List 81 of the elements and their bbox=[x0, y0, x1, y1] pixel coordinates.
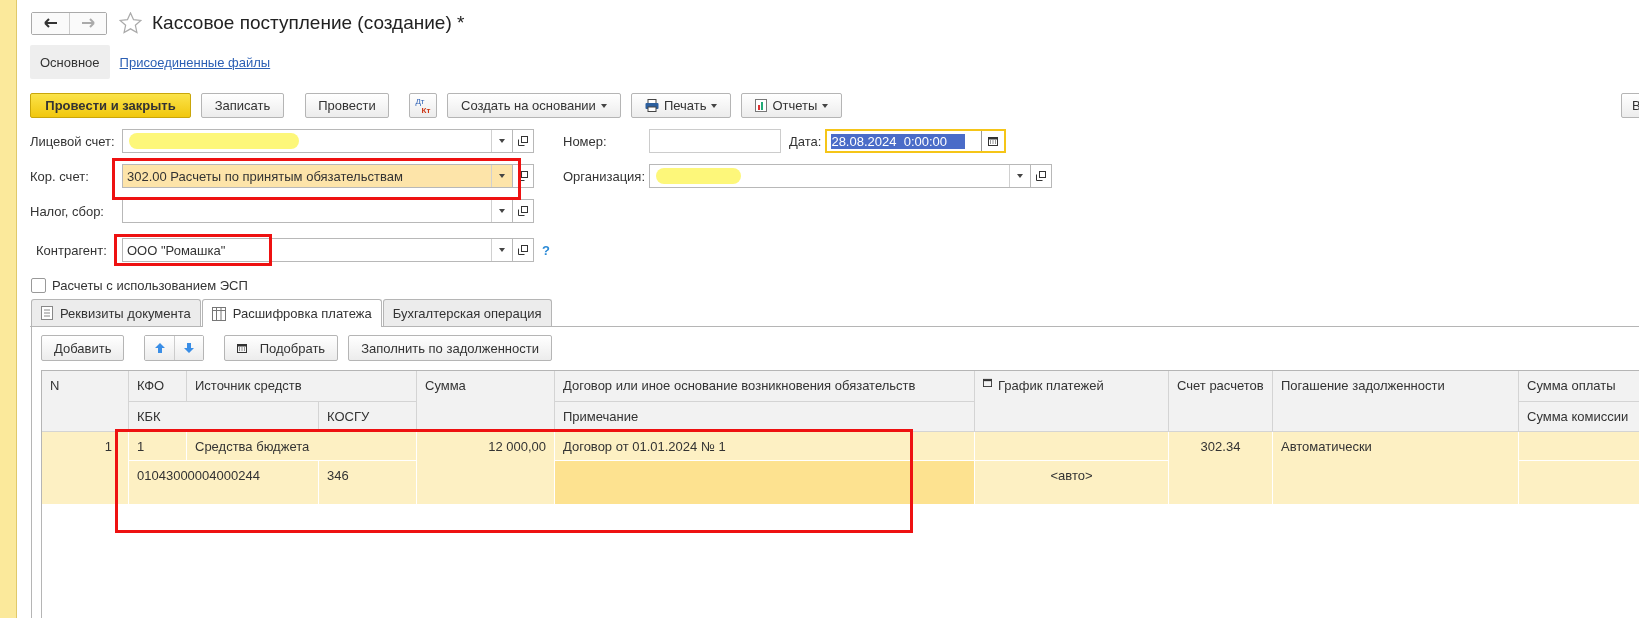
open-button[interactable] bbox=[513, 238, 534, 262]
calendar-icon bbox=[237, 343, 248, 353]
open-window-icon bbox=[518, 245, 528, 255]
table-cell: 302.34 bbox=[1169, 432, 1273, 505]
open-window-icon bbox=[518, 136, 528, 146]
help-link[interactable]: ? bbox=[542, 242, 550, 258]
post-and-close-button[interactable]: Провести и закрыть bbox=[30, 93, 191, 118]
column-header[interactable]: График платежей bbox=[975, 371, 1169, 432]
table-cell: Договор от 01.01.2024 № 1 bbox=[555, 432, 975, 461]
open-window-icon bbox=[1036, 171, 1046, 181]
field-label: Налог, сбор: bbox=[30, 203, 105, 219]
input-field[interactable]: 302.00 Расчеты по принятым обязательствам bbox=[122, 164, 513, 188]
checkbox-label: Расчеты с использованием ЭСП bbox=[52, 277, 248, 293]
field-label: Номер: bbox=[563, 133, 608, 149]
document-icon bbox=[41, 306, 53, 320]
table-cell: <авто> bbox=[975, 461, 1169, 505]
checkbox[interactable] bbox=[31, 277, 46, 293]
table-cell: 01043000004000244 bbox=[129, 461, 319, 505]
open-button[interactable] bbox=[513, 164, 534, 188]
move-up-button[interactable] bbox=[145, 336, 175, 360]
move-down-button[interactable] bbox=[174, 336, 204, 360]
open-button[interactable] bbox=[513, 129, 534, 153]
open-button[interactable] bbox=[1031, 164, 1052, 188]
input-field[interactable] bbox=[122, 129, 513, 153]
print-button[interactable]: Печать bbox=[630, 93, 732, 118]
column-header[interactable]: КОСГУ bbox=[319, 402, 417, 432]
field-label: Организация: bbox=[563, 168, 647, 184]
form-tab[interactable]: Основное bbox=[30, 45, 110, 79]
column-header[interactable]: N bbox=[42, 371, 129, 432]
pick-button[interactable]: Подобрать bbox=[224, 335, 339, 361]
field-label: Контрагент: bbox=[35, 242, 108, 258]
table-cell: Автоматически bbox=[1273, 432, 1519, 505]
table-cell: Средства бюджета bbox=[187, 432, 417, 461]
column-header[interactable]: Сумма комиссии bbox=[1519, 402, 1639, 432]
star-icon[interactable] bbox=[119, 12, 142, 34]
field-label: Кор. счет: bbox=[30, 168, 90, 184]
date-field[interactable]: 28.08.2024 0:00:00 bbox=[825, 129, 1007, 153]
organization-field[interactable] bbox=[649, 164, 1031, 188]
tab[interactable]: Расшифровка платежа bbox=[201, 299, 382, 327]
calendar-icon bbox=[983, 378, 992, 387]
open-window-icon bbox=[518, 171, 528, 181]
column-header[interactable]: Сумма оплаты bbox=[1519, 371, 1639, 402]
column-header[interactable]: Договор или иное основание возникновения обязательств bbox=[555, 371, 975, 402]
arrow-up-icon bbox=[153, 342, 166, 354]
column-header[interactable]: Источник средств bbox=[187, 371, 417, 402]
window-title: Кассовое поступление (создание) * bbox=[152, 12, 465, 34]
toolbar-button[interactable]: Записать bbox=[201, 93, 284, 118]
dt-kt-button[interactable]: Дт Кт bbox=[409, 93, 437, 118]
open-button[interactable] bbox=[513, 199, 534, 223]
reports-button[interactable]: Отчеты bbox=[741, 93, 843, 118]
table-icon bbox=[211, 306, 226, 321]
column-header[interactable]: КБК bbox=[129, 402, 319, 432]
field-label: Дата: bbox=[789, 133, 822, 149]
column-header[interactable]: КФО bbox=[129, 371, 187, 402]
column-header[interactable]: Счет расчетов bbox=[1169, 371, 1273, 432]
forward-arrow-icon bbox=[81, 18, 95, 28]
column-header[interactable]: Погашение задолженности bbox=[1273, 371, 1519, 432]
field-label: Лицевой счет: bbox=[30, 133, 116, 149]
table-cell: 1 bbox=[42, 432, 129, 505]
create-based-on-button[interactable]: Создать на основании bbox=[447, 93, 621, 118]
arrow-down-icon bbox=[183, 342, 196, 354]
open-window-icon bbox=[518, 206, 528, 216]
table-toolbar-button[interactable]: Добавить bbox=[41, 335, 125, 361]
input-field[interactable]: ООО "Ромашка" bbox=[122, 238, 513, 262]
tab[interactable]: Бухгалтерская операция bbox=[382, 299, 552, 326]
back-button[interactable] bbox=[32, 12, 69, 34]
column-header[interactable]: Сумма bbox=[417, 371, 555, 432]
form-tab[interactable]: Присоединенные файлы bbox=[109, 45, 281, 79]
tab[interactable]: Реквизиты документа bbox=[31, 299, 201, 326]
table-cell: 346 bbox=[319, 461, 417, 505]
printer-icon bbox=[644, 99, 659, 112]
table-cell: 12 000,00 bbox=[417, 432, 555, 505]
toolbar-button[interactable]: Провести bbox=[305, 93, 389, 118]
calendar-icon[interactable] bbox=[988, 136, 999, 146]
report-icon bbox=[755, 99, 768, 112]
number-field[interactable] bbox=[649, 129, 781, 153]
input-field[interactable] bbox=[122, 199, 513, 223]
table-toolbar-button[interactable]: Заполнить по задолженности bbox=[348, 335, 552, 361]
table-cell: 1 bbox=[129, 432, 187, 461]
column-header[interactable]: Примечание bbox=[555, 402, 975, 432]
back-arrow-icon bbox=[43, 18, 58, 28]
